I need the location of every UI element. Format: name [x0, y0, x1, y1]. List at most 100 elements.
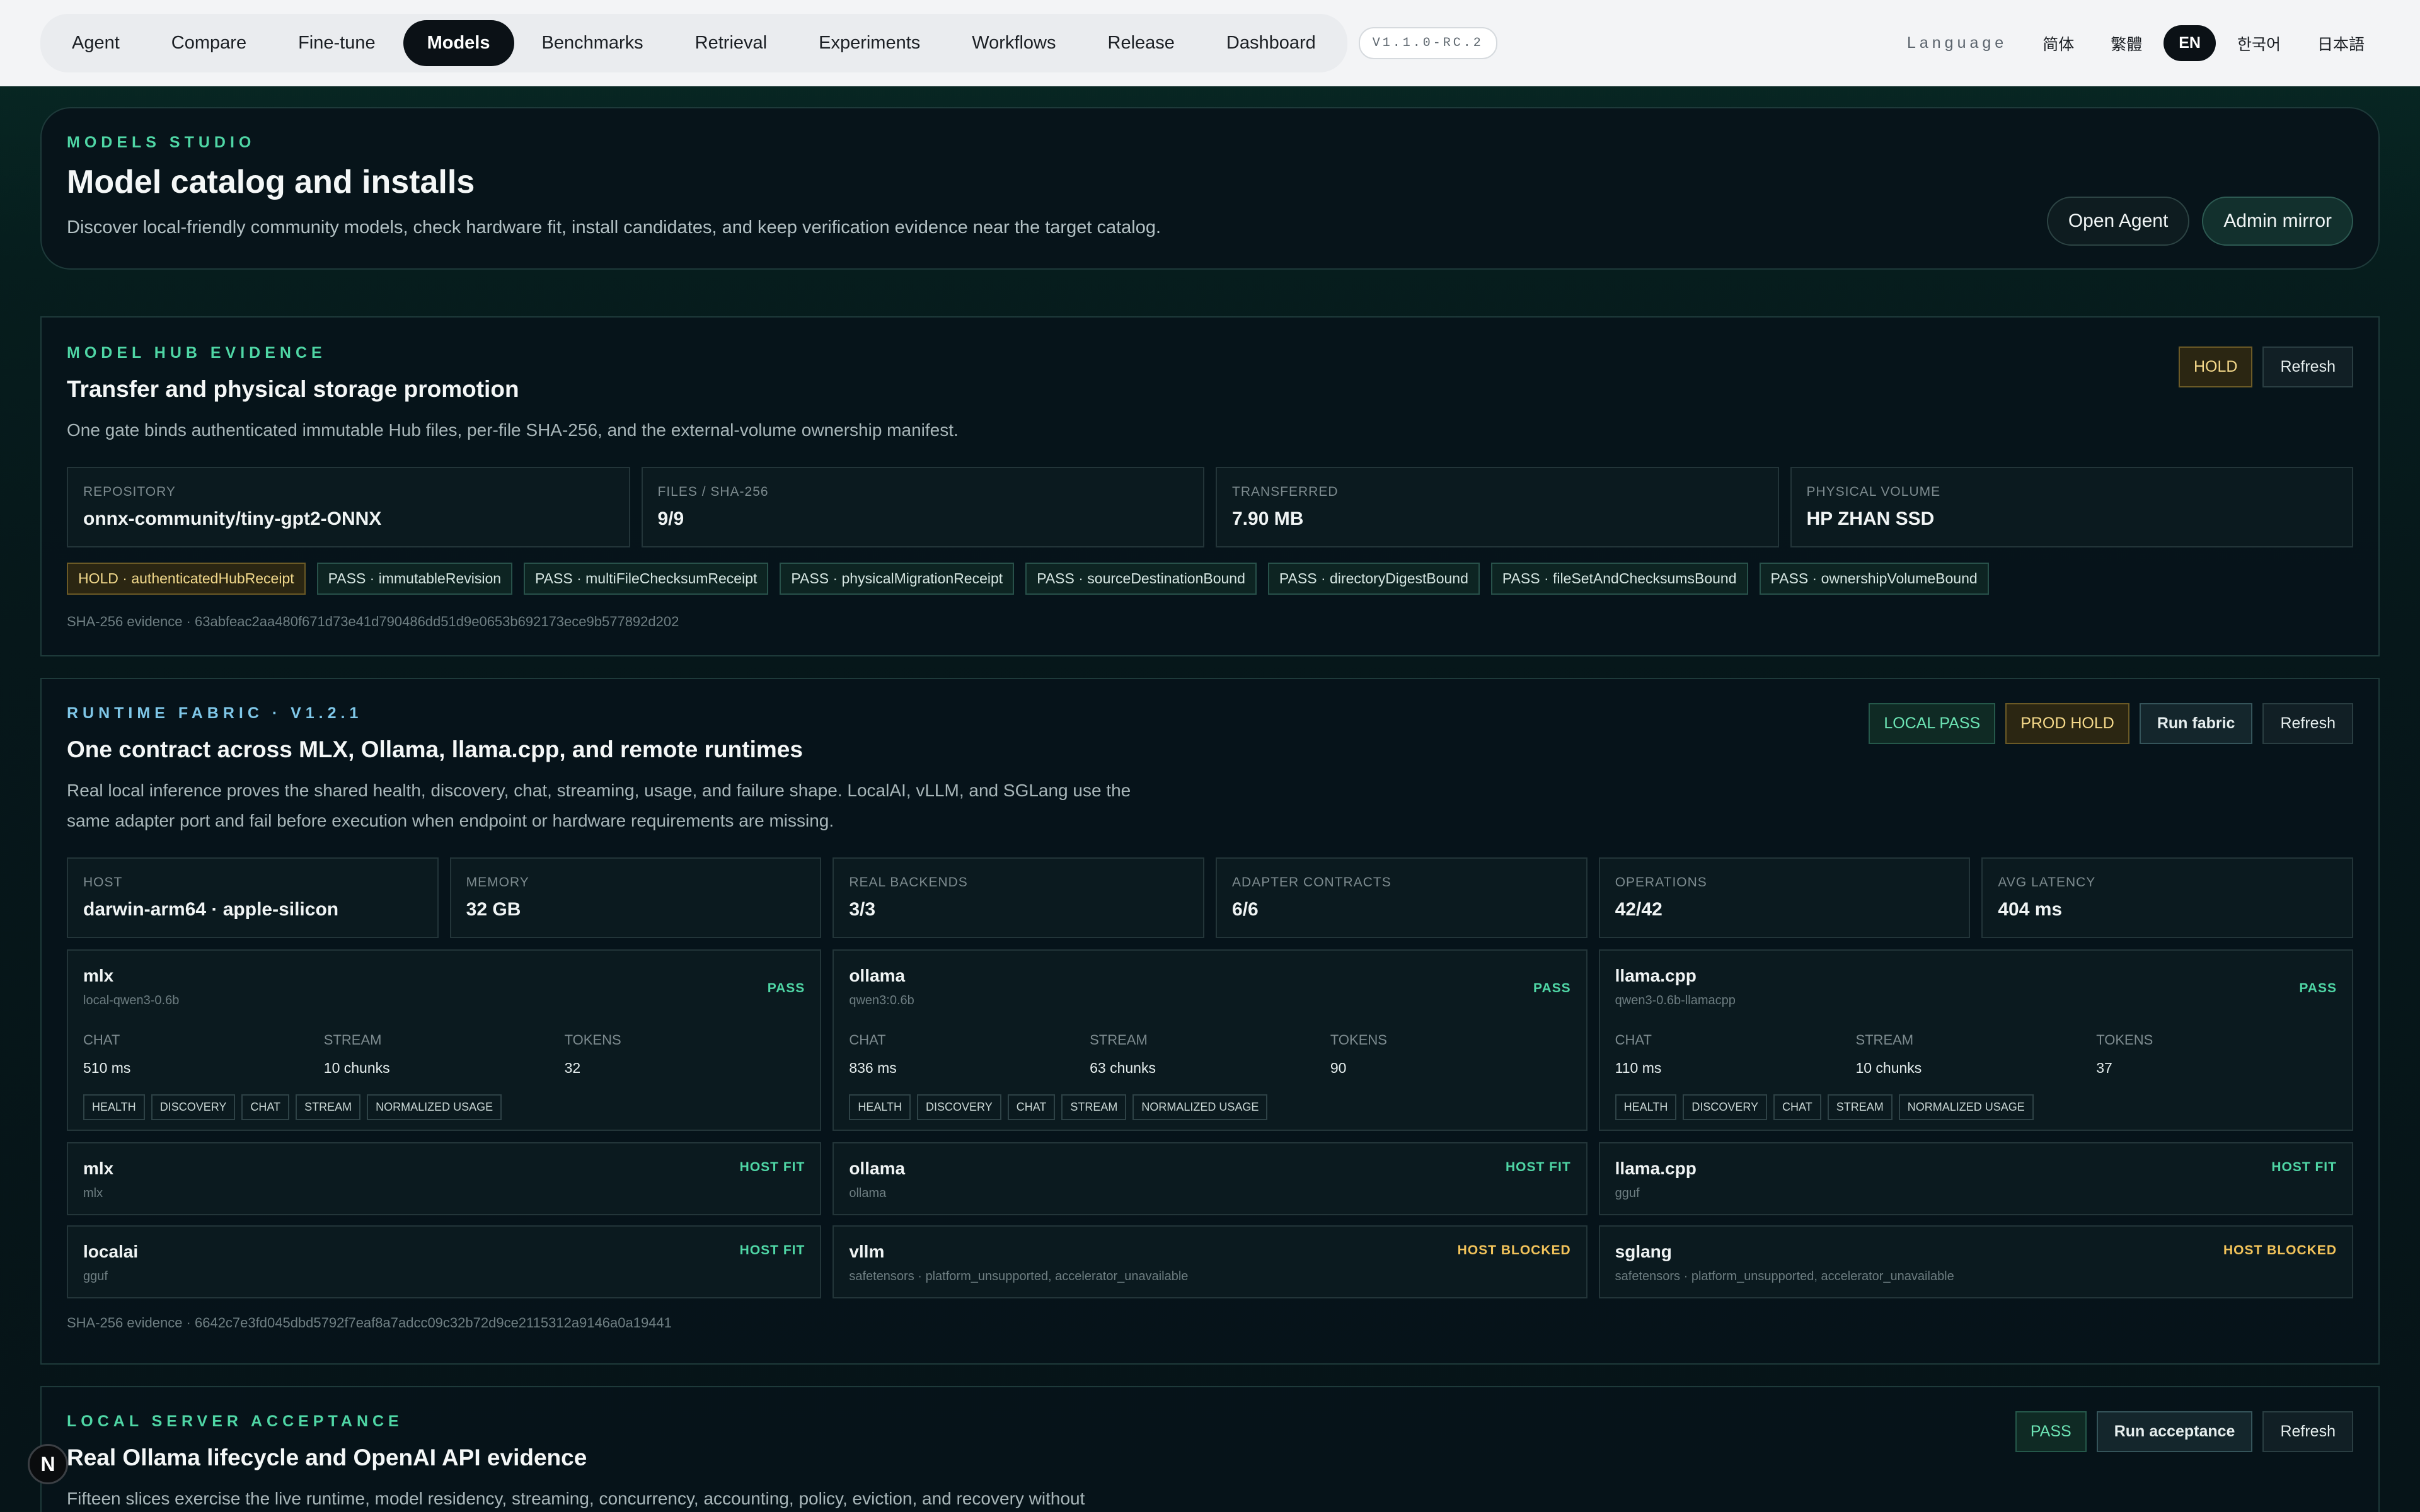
capability-tag: CHAT: [1007, 1094, 1056, 1120]
stat-operations: OPERATIONS 42/42: [1598, 857, 1971, 938]
nav-item-fine-tune[interactable]: Fine-tune: [274, 20, 400, 66]
nav-item-compare[interactable]: Compare: [147, 20, 270, 66]
nav-item-workflows[interactable]: Workflows: [948, 20, 1080, 66]
status-badge: HOST BLOCKED: [1457, 1243, 1571, 1257]
lang-option-ko[interactable]: 한국어: [2222, 23, 2296, 64]
nav-item-dashboard[interactable]: Dashboard: [1202, 20, 1340, 66]
backend-results: mlx local-qwen3-0.6b PASS CHAT 510 ms STR…: [67, 949, 2353, 1131]
language-switcher: Language 简体 繁體 EN 한국어 日本語: [1907, 23, 2380, 64]
status-badge: HOST FIT: [739, 1243, 805, 1257]
hub-checks: HOLD · authenticatedHubReceipt PASS · im…: [67, 563, 2353, 595]
check-chip: PASS · fileSetAndChecksumsBound: [1490, 563, 1748, 595]
lang-option-zh-hans[interactable]: 简体: [2027, 23, 2089, 64]
capability-tag: CHAT: [1773, 1094, 1821, 1120]
status-badge: HOST FIT: [739, 1160, 805, 1174]
status-badge: HOST FIT: [2271, 1160, 2337, 1174]
hero-eyebrow: MODELS STUDIO: [67, 134, 256, 151]
lang-option-ja[interactable]: 日本語: [2302, 23, 2380, 64]
host-fit-mlx: mlx mlx HOST FIT: [67, 1142, 822, 1215]
capability-tag: HEALTH: [83, 1094, 145, 1120]
backend-card-ollama: ollama qwen3:0.6b PASS CHAT 836 ms STREAM…: [833, 949, 1587, 1131]
check-chip: PASS · ownershipVolumeBound: [1759, 563, 1989, 595]
stat-memory: MEMORY 32 GB: [449, 857, 822, 938]
check-chip: PASS · sourceDestinationBound: [1025, 563, 1257, 595]
nav-item-agent[interactable]: Agent: [48, 20, 144, 66]
run-fabric-button[interactable]: Run fabric: [2139, 703, 2253, 744]
stat-avg-latency: AVG LATENCY 404 ms: [1981, 857, 2354, 938]
runtime-fabric-card: RUNTIME FABRIC · V1.2.1 One contract acr…: [40, 678, 2380, 1365]
capability-tag: DISCOVERY: [151, 1094, 236, 1120]
status-badge: HOST BLOCKED: [2223, 1243, 2337, 1257]
stat-files-sha: FILES / SHA-256 9/9: [641, 467, 1204, 547]
hub-sha-evidence: SHA-256 evidence · 63abfeac2aa480f671d73…: [67, 614, 679, 629]
host-fit-ollama: ollama ollama HOST FIT: [833, 1142, 1587, 1215]
nav-item-retrieval[interactable]: Retrieval: [671, 20, 791, 66]
capability-tag: HEALTH: [849, 1094, 911, 1120]
stat-transferred: TRANSFERRED 7.90 MB: [1216, 467, 1779, 547]
backend-card-llamacpp: llama.cpp qwen3-0.6b-llamacpp PASS CHAT 1…: [1598, 949, 2353, 1131]
open-agent-button[interactable]: Open Agent: [2046, 197, 2190, 246]
models-studio-hero: MODELS STUDIO Model catalog and installs…: [40, 107, 2380, 270]
prod-hold-badge: PROD HOLD: [2005, 703, 2129, 744]
nav-item-models[interactable]: Models: [403, 20, 514, 66]
capability-tag: NORMALIZED USAGE: [367, 1094, 502, 1120]
capability-tag: DISCOVERY: [1683, 1094, 1768, 1120]
hub-eyebrow: MODEL HUB EVIDENCE: [67, 344, 326, 362]
check-chip: PASS · immutableRevision: [316, 563, 513, 595]
runtime-refresh-button[interactable]: Refresh: [2262, 703, 2353, 744]
host-fit-llamacpp: llama.cpp gguf HOST FIT: [1598, 1142, 2353, 1215]
runtime-description: Real local inference proves the shared h…: [67, 781, 1131, 830]
stat-repository: REPOSITORY onnx-community/tiny-gpt2-ONNX: [67, 467, 630, 547]
check-chip: PASS · directoryDigestBound: [1267, 563, 1480, 595]
server-title: Real Ollama lifecycle and OpenAI API evi…: [67, 1445, 587, 1470]
top-navigation: Agent Compare Fine-tune Models Benchmark…: [0, 0, 2420, 86]
lang-option-en[interactable]: EN: [2164, 25, 2216, 61]
version-badge: V1.1.0-RC.2: [1358, 27, 1497, 59]
capability-tag: CHAT: [241, 1094, 290, 1120]
backend-card-mlx: mlx local-qwen3-0.6b PASS CHAT 510 ms STR…: [67, 949, 822, 1131]
nav-item-benchmarks[interactable]: Benchmarks: [518, 20, 667, 66]
host-fit-vllm: vllm safetensors · platform_unsupported,…: [833, 1225, 1587, 1298]
server-eyebrow: LOCAL SERVER ACCEPTANCE: [67, 1412, 403, 1430]
local-server-acceptance-card: LOCAL SERVER ACCEPTANCE Real Ollama life…: [40, 1386, 2380, 1512]
capability-tag: STREAM: [1827, 1094, 1893, 1120]
server-refresh-button[interactable]: Refresh: [2262, 1411, 2353, 1452]
host-fit-localai: localai gguf HOST FIT: [67, 1225, 822, 1298]
admin-mirror-button[interactable]: Admin mirror: [2202, 197, 2353, 246]
main-nav: Agent Compare Fine-tune Models Benchmark…: [40, 14, 1347, 72]
status-badge: PASS: [2299, 981, 2337, 995]
status-badge: PASS: [1533, 981, 1571, 995]
nav-item-release[interactable]: Release: [1084, 20, 1199, 66]
hero-description: Discover local-friendly community models…: [67, 217, 1161, 238]
hub-stats: REPOSITORY onnx-community/tiny-gpt2-ONNX…: [67, 467, 2353, 547]
status-badge: PASS: [767, 981, 805, 995]
capability-tag: STREAM: [1061, 1094, 1127, 1120]
check-chip: PASS · physicalMigrationReceipt: [780, 563, 1015, 595]
stat-real-backends: REAL BACKENDS 3/3: [833, 857, 1205, 938]
lang-option-zh-hant[interactable]: 繁體: [2095, 23, 2157, 64]
server-status-badge: PASS: [2015, 1411, 2087, 1452]
page-title: Model catalog and installs: [67, 164, 475, 200]
local-pass-badge: LOCAL PASS: [1869, 703, 1996, 744]
hub-refresh-button[interactable]: Refresh: [2262, 346, 2353, 387]
check-chip: HOLD · authenticatedHubReceipt: [67, 563, 306, 595]
server-description: Fifteen slices exercise the live runtime…: [67, 1489, 1085, 1508]
capability-tag: HEALTH: [1615, 1094, 1677, 1120]
stat-physical-volume: PHYSICAL VOLUME HP ZHAN SSD: [1790, 467, 2353, 547]
nav-item-experiments[interactable]: Experiments: [795, 20, 944, 66]
host-fit-row-2: localai gguf HOST FIT vllm safetensors ·…: [67, 1225, 2353, 1298]
stat-adapter-contracts: ADAPTER CONTRACTS 6/6: [1216, 857, 1587, 938]
run-acceptance-button[interactable]: Run acceptance: [2096, 1411, 2253, 1452]
runtime-stats: HOST darwin-arm64 · apple-silicon MEMORY…: [67, 857, 2354, 938]
capability-tag: NORMALIZED USAGE: [1898, 1094, 2034, 1120]
status-badge: HOST FIT: [1505, 1160, 1571, 1174]
stat-host: HOST darwin-arm64 · apple-silicon: [67, 857, 439, 938]
app-logo-button[interactable]: N: [28, 1444, 68, 1484]
hub-description: One gate binds authenticated immutable H…: [67, 420, 959, 440]
check-chip: PASS · multiFileChecksumReceipt: [524, 563, 769, 595]
host-fit-sglang: sglang safetensors · platform_unsupporte…: [1598, 1225, 2353, 1298]
hub-status-badge: HOLD: [2178, 346, 2253, 387]
host-fit-row-1: mlx mlx HOST FIT ollama ollama HOST FIT …: [67, 1142, 2353, 1215]
capability-tag: NORMALIZED USAGE: [1132, 1094, 1268, 1120]
capability-tag: STREAM: [296, 1094, 361, 1120]
